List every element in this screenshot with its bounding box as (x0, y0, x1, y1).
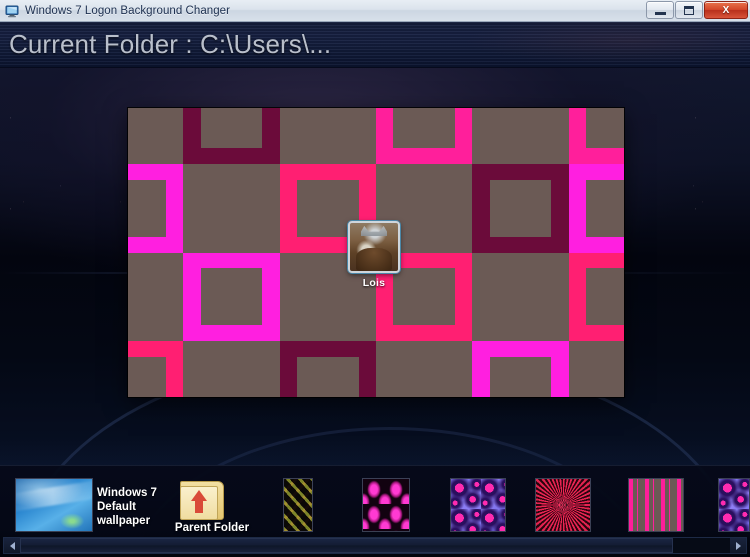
star-pattern-preview (536, 479, 590, 531)
pattern-cell (279, 108, 376, 164)
current-folder-label: Current Folder : C:\Users\... (9, 29, 332, 59)
close-icon: X (722, 4, 730, 16)
user-name-label: Lois (362, 277, 386, 289)
folder-up-icon (180, 478, 224, 520)
squares-pattern-preview (629, 479, 683, 531)
pattern-cell (568, 252, 624, 342)
thumbnail-weave[interactable] (283, 478, 313, 532)
thumbnail-image (718, 478, 750, 532)
win7-wallpaper-preview (16, 479, 92, 531)
horizontal-scrollbar[interactable] (3, 537, 747, 554)
thumbnail-image (283, 478, 313, 532)
pattern-cell (128, 163, 184, 253)
pattern-cell (183, 108, 280, 164)
pattern-cell (568, 163, 624, 253)
thumbnail-row: Windows 7 Default wallpaper Parent Folde… (0, 472, 750, 537)
pattern-cell (568, 108, 624, 164)
pattern-cell (128, 341, 184, 397)
thumbnail-win7-default[interactable] (15, 478, 93, 532)
pattern-cell (128, 252, 184, 342)
circles-pattern-preview-2 (719, 479, 749, 531)
monitor-icon (5, 4, 19, 18)
thumbnail-circles-2[interactable] (718, 478, 750, 532)
maximize-button[interactable] (675, 1, 703, 19)
thumbnail-image (362, 478, 410, 532)
pattern-cell (183, 252, 280, 342)
thumbnail-strip: Windows 7 Default wallpaper Parent Folde… (0, 465, 750, 557)
pattern-cell (472, 108, 569, 164)
close-button[interactable]: X (704, 1, 748, 19)
chevron-right-icon (735, 541, 741, 550)
thumbnail-image (450, 478, 506, 532)
scrollbar-track[interactable] (20, 538, 730, 553)
thumbnail-image (15, 478, 93, 532)
application-window: Windows 7 Logon Background Changer X Cur… (0, 0, 750, 557)
scrollbar-thumb[interactable] (20, 538, 674, 553)
pattern-cell (128, 108, 184, 164)
thumbnail-image (628, 478, 684, 532)
minimize-icon (654, 11, 666, 15)
pattern-cell (376, 341, 473, 397)
title-bar[interactable]: Windows 7 Logon Background Changer X (0, 0, 750, 22)
weave-pattern-preview (284, 479, 312, 531)
thumbnail-label-parent-folder: Parent Folder (174, 522, 250, 534)
thumbnail-circles[interactable] (450, 478, 506, 532)
thumbnail-label-win7-default: Windows 7 Default wallpaper (97, 487, 157, 527)
pattern-cell (472, 163, 569, 253)
drops-pattern-preview (363, 479, 409, 531)
user-tile[interactable]: Lois (348, 221, 400, 289)
window-controls: X (646, 1, 748, 20)
pattern-cell (568, 341, 624, 397)
pattern-cell (472, 252, 569, 342)
top-toolbar: Current Folder : C:\Users\... (0, 22, 750, 68)
pattern-cell (183, 163, 280, 253)
maximize-icon (684, 5, 694, 15)
viking-avatar-icon (348, 221, 400, 273)
minimize-button[interactable] (646, 1, 674, 19)
scroll-right-button[interactable] (730, 538, 746, 553)
thumbnail-squares[interactable] (628, 478, 684, 532)
circles-pattern-preview (451, 479, 505, 531)
pattern-cell (183, 341, 280, 397)
scroll-left-button[interactable] (4, 538, 20, 553)
thumbnail-drops[interactable] (362, 478, 410, 532)
pattern-cell (279, 341, 376, 397)
chevron-left-icon (9, 541, 15, 550)
thumbnail-image (535, 478, 591, 532)
window-title: Windows 7 Logon Background Changer (25, 4, 230, 17)
pattern-cell (472, 341, 569, 397)
thumbnail-star[interactable] (535, 478, 591, 532)
pattern-cell (376, 108, 473, 164)
up-arrow-stem (195, 500, 203, 513)
